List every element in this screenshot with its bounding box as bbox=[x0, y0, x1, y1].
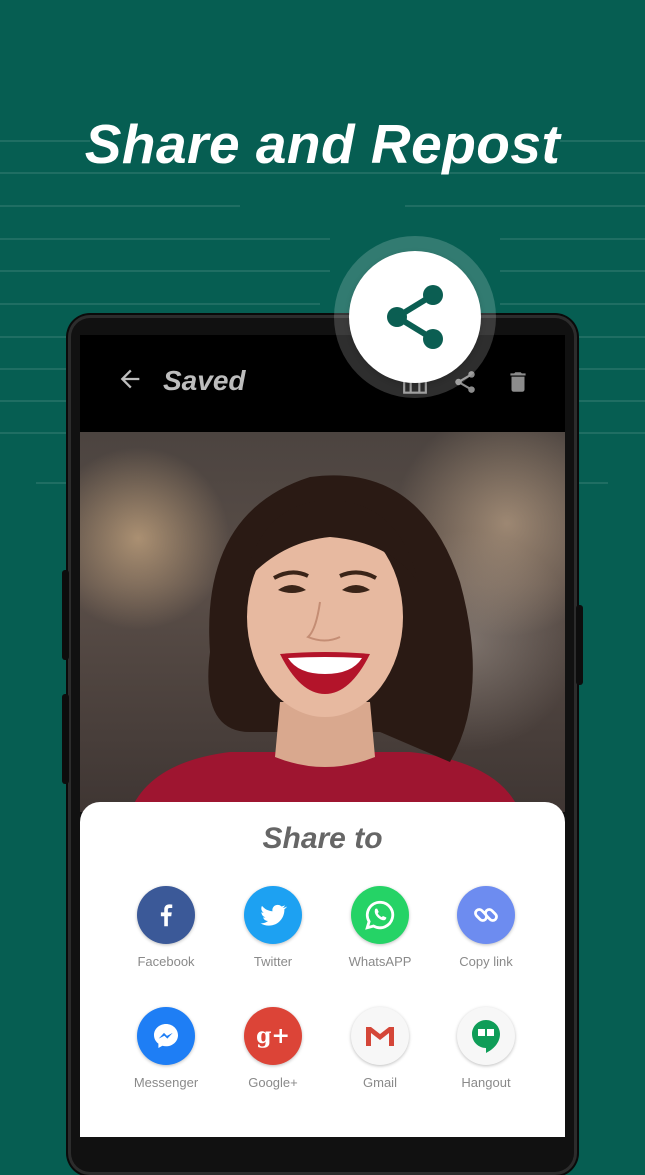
share-messenger[interactable]: Messenger bbox=[111, 1007, 221, 1090]
share-hangout-label: Hangout bbox=[461, 1075, 511, 1090]
app-toolbar: Saved bbox=[80, 335, 565, 432]
phone-volume-up bbox=[62, 570, 69, 660]
google-plus-icon: g+ bbox=[244, 1007, 302, 1065]
share-hangout[interactable]: Hangout bbox=[431, 1007, 541, 1090]
share-icon bbox=[387, 285, 443, 349]
share-twitter-label: Twitter bbox=[253, 954, 293, 969]
share-facebook[interactable]: Facebook bbox=[111, 886, 221, 969]
share-gmail-label: Gmail bbox=[363, 1075, 397, 1090]
toolbar-title: Saved bbox=[163, 365, 246, 396]
saved-photo[interactable] bbox=[80, 432, 565, 812]
share-google-plus-label: Google+ bbox=[248, 1075, 298, 1090]
share-sheet: Share to Facebook Twitter WhatsAPP Copy … bbox=[80, 802, 565, 1137]
share-whatsapp-label: WhatsAPP bbox=[348, 954, 412, 969]
trash-icon[interactable] bbox=[505, 369, 531, 395]
facebook-icon bbox=[137, 886, 195, 944]
messenger-icon bbox=[137, 1007, 195, 1065]
share-sheet-title: Share to bbox=[262, 822, 383, 855]
share-google-plus[interactable]: g+ Google+ bbox=[218, 1007, 328, 1090]
share-copy-link-label: Copy link bbox=[459, 954, 513, 969]
headline: Share and Repost bbox=[84, 113, 561, 175]
share-button[interactable] bbox=[349, 251, 481, 383]
back-arrow-icon[interactable] bbox=[116, 365, 144, 393]
portrait-illustration bbox=[130, 475, 520, 812]
phone-volume-down bbox=[62, 694, 69, 784]
hangout-icon bbox=[457, 1007, 515, 1065]
share-twitter[interactable]: Twitter bbox=[218, 886, 328, 969]
share-facebook-label: Facebook bbox=[137, 954, 195, 969]
share-gmail[interactable]: Gmail bbox=[325, 1007, 435, 1090]
gmail-icon bbox=[351, 1007, 409, 1065]
twitter-icon bbox=[244, 886, 302, 944]
link-icon bbox=[457, 886, 515, 944]
share-messenger-label: Messenger bbox=[133, 1075, 199, 1090]
share-whatsapp[interactable]: WhatsAPP bbox=[325, 886, 435, 969]
share-copy-link[interactable]: Copy link bbox=[431, 886, 541, 969]
whatsapp-icon bbox=[351, 886, 409, 944]
phone-power-button bbox=[576, 605, 583, 685]
